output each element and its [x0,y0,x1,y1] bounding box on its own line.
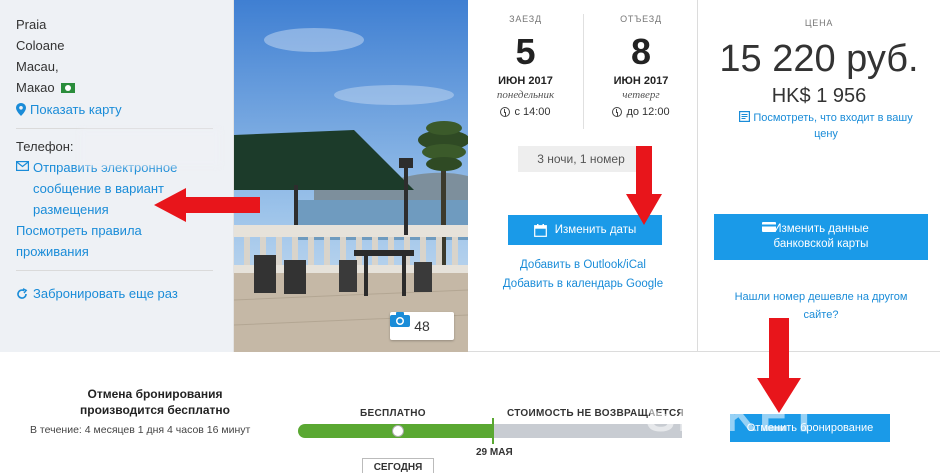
hidden-phone-number [80,130,220,166]
add-google-calendar-link[interactable]: Добавить в календарь Google [468,275,698,294]
checkout-day: 8 [630,31,652,72]
dates-column: ЗАЕЗД 5 ИЮН 2017 понедельник с 14:00 ОТЪ… [468,0,698,352]
checkin-label: ЗАЕЗД [509,14,542,24]
found-cheaper-label: Нашли номер дешевле на другом сайте? [734,291,908,321]
divider [16,128,213,129]
cancellation-period: В течение: 4 месяцев 1 дня 4 часов 16 ми… [30,424,251,436]
credit-card-icon [762,222,776,232]
price-hkd: HK$ 1 956 [771,85,867,107]
free-label: БЕСПЛАТНО [360,408,426,419]
address-line: Macau, [16,59,59,74]
free-cancellation-title: Отмена бронирования производится бесплат… [80,387,230,417]
booking-card: Praia Coloane Macau, Макао Показать карт… [0,0,940,352]
show-map-link[interactable]: Показать карту [16,99,217,120]
today-label: СЕГОДНЯ [362,458,434,473]
deadline-marker [492,418,494,444]
change-card-button[interactable]: Изменить данные банковской карты [714,214,928,260]
red-arrow-down-icon [757,318,801,413]
checkout-label: ОТЪЕЗД [620,14,662,24]
found-cheaper-link[interactable]: Нашли номер дешевле на другом сайте? [718,287,924,323]
checkin-month: ИЮН 2017 [498,75,553,87]
photo-count: 48 [414,318,430,334]
checkin-time-text: с 14:00 [514,106,551,118]
hotel-terrace-image [234,0,468,352]
receipt-icon [739,111,751,123]
booking-page: Praia Coloane Macau, Макао Показать карт… [0,0,940,473]
cancellation-timeline [298,418,682,444]
red-arrow-left-icon [154,188,260,222]
checkin-time: с 14:00 [468,106,583,118]
whats-included-link[interactable]: Посмотреть, что входит в вашу цену [726,110,926,142]
camera-icon [390,312,410,327]
change-dates-label: Изменить даты [554,223,637,236]
checkin-weekday: понедельник [496,89,555,101]
price-label: ЦЕНА [804,18,834,28]
checkout-weekday: четверг [622,89,660,101]
checkin-day: 5 [515,31,536,72]
refresh-icon [17,287,28,299]
rebook-label: Забронировать еще раз [33,286,178,301]
price-rub: 15 220 руб. [719,38,919,80]
checkout-time-text: до 12:00 [626,106,670,118]
photo-gallery-button[interactable]: 48 [390,312,454,340]
price-column: ЦЕНА 15 220 руб. HK$ 1 956 Посмотреть, ч… [698,0,940,352]
address-country: Макао [16,77,217,98]
divider [16,270,213,271]
clock-icon [612,107,623,117]
clock-icon [500,107,511,117]
show-map-label: Показать карту [30,102,122,117]
envelope-icon [16,161,29,171]
hotel-info-column: Praia Coloane Macau, Макао Показать карт… [0,0,234,352]
checkin-block: ЗАЕЗД 5 ИЮН 2017 понедельник с 14:00 [468,14,583,118]
today-marker [392,425,404,437]
macau-flag-icon [60,82,75,93]
property-rules-link[interactable]: Посмотреть правила проживания [16,220,166,262]
whats-included-label: Посмотреть, что входит в вашу цену [753,112,913,140]
checkout-month: ИЮН 2017 [613,75,669,87]
deadline-date: 29 МАЯ [476,447,513,458]
add-outlook-link[interactable]: Добавить в Outlook/iCal [468,256,698,275]
address-line: Praia [16,17,47,32]
calendar-links: Добавить в Outlook/iCal Добавить в кален… [468,256,698,294]
calendar-icon [533,223,547,237]
checkout-block: ОТЪЕЗД 8 ИЮН 2017 четверг до 12:00 [583,14,698,129]
checkout-time: до 12:00 [584,106,698,118]
rebook-link[interactable]: Забронировать еще раз [16,283,217,304]
map-pin-icon [16,103,26,116]
hotel-photo[interactable]: 48 [234,0,468,352]
address-line: Coloane [16,38,65,53]
red-arrow-down-icon [626,146,662,225]
country-name: Макао [16,80,55,95]
